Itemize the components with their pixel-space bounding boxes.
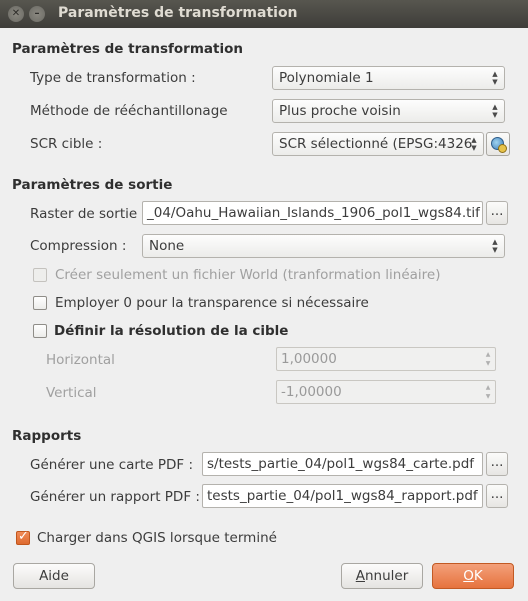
spin-arrows-icon: ▲ ▼ xyxy=(485,384,491,400)
transform-section-title: Paramètres de transformation xyxy=(12,41,243,57)
crs-selector-button[interactable] xyxy=(486,132,510,156)
combo-arrows-icon: ▲ ▼ xyxy=(492,103,498,119)
transform-type-select[interactable]: Polynomiale 1 ▲ ▼ xyxy=(272,66,505,90)
target-crs-select[interactable]: SCR sélectionné (EPSG:4326 ▲ ▼ xyxy=(272,132,484,156)
transform-type-value: Polynomiale 1 xyxy=(279,70,374,86)
transparency-label: Employer 0 pour la transparence si néces… xyxy=(55,295,369,311)
compression-value: None xyxy=(149,238,185,254)
world-file-checkbox[interactable] xyxy=(33,268,47,282)
vertical-resolution-input[interactable]: -1,00000 ▲ ▼ xyxy=(276,380,496,404)
combo-arrows-icon: ▲ ▼ xyxy=(492,238,498,254)
pdf-map-input[interactable]: s/tests_partie_04/pol1_wgs84_carte.pdf xyxy=(202,452,483,476)
resample-method-label: Méthode de rééchantillonage xyxy=(30,103,228,119)
compression-select[interactable]: None ▲ ▼ xyxy=(142,234,505,258)
output-raster-label: Raster de sortie xyxy=(30,206,138,222)
compression-label: Compression : xyxy=(30,238,127,254)
pdf-map-browse-button[interactable]: ... xyxy=(486,452,508,476)
window-title: Paramètres de transformation xyxy=(58,5,298,21)
output-raster-input[interactable]: _04/Oahu_Hawaiian_Islands_1906_pol1_wgs8… xyxy=(142,201,483,225)
ok-button[interactable]: OK xyxy=(432,563,514,589)
pdf-report-label: Générer un rapport PDF : xyxy=(30,489,200,505)
target-resolution-checkbox[interactable] xyxy=(33,324,47,338)
cancel-button[interactable]: Annuler xyxy=(341,563,423,589)
resample-method-select[interactable]: Plus proche voisin ▲ ▼ xyxy=(272,99,505,123)
combo-arrows-icon: ▲ ▼ xyxy=(492,70,498,86)
reports-section-title: Rapports xyxy=(12,428,82,444)
target-crs-value: SCR sélectionné (EPSG:4326 xyxy=(279,136,473,152)
output-section-title: Paramètres de sortie xyxy=(12,177,173,193)
load-in-qgis-checkbox[interactable] xyxy=(16,529,30,545)
target-crs-label: SCR cible : xyxy=(30,136,103,152)
output-raster-browse-button[interactable]: ... xyxy=(486,201,508,225)
resample-method-value: Plus proche voisin xyxy=(279,103,401,119)
world-file-label: Créer seulement un fichier World (tranfo… xyxy=(55,267,441,283)
combo-arrows-icon: ▲ ▼ xyxy=(471,136,477,152)
vertical-resolution-value: -1,00000 xyxy=(281,384,342,400)
vertical-label: Vertical xyxy=(46,385,97,401)
transform-type-label: Type de transformation : xyxy=(30,70,196,86)
pdf-map-label: Générer une carte PDF : xyxy=(30,457,194,473)
pdf-report-browse-button[interactable]: ... xyxy=(486,484,508,508)
pdf-report-input[interactable]: tests_partie_04/pol1_wgs84_rapport.pdf xyxy=(202,484,483,508)
horizontal-label: Horizontal xyxy=(46,352,115,368)
title-bar: ✕ – Paramètres de transformation xyxy=(0,0,528,28)
close-icon[interactable]: ✕ xyxy=(8,6,24,22)
load-in-qgis-label: Charger dans QGIS lorsque terminé xyxy=(37,530,277,546)
horizontal-resolution-input[interactable]: 1,00000 ▲ ▼ xyxy=(276,347,496,371)
transparency-checkbox[interactable] xyxy=(33,296,47,310)
gear-icon xyxy=(498,144,507,153)
target-resolution-label: Définir la résolution de la cible xyxy=(54,323,289,339)
spin-arrows-icon: ▲ ▼ xyxy=(485,351,491,367)
help-button[interactable]: Aide xyxy=(13,563,95,589)
minimize-icon[interactable]: – xyxy=(29,6,45,22)
horizontal-resolution-value: 1,00000 xyxy=(281,351,337,367)
